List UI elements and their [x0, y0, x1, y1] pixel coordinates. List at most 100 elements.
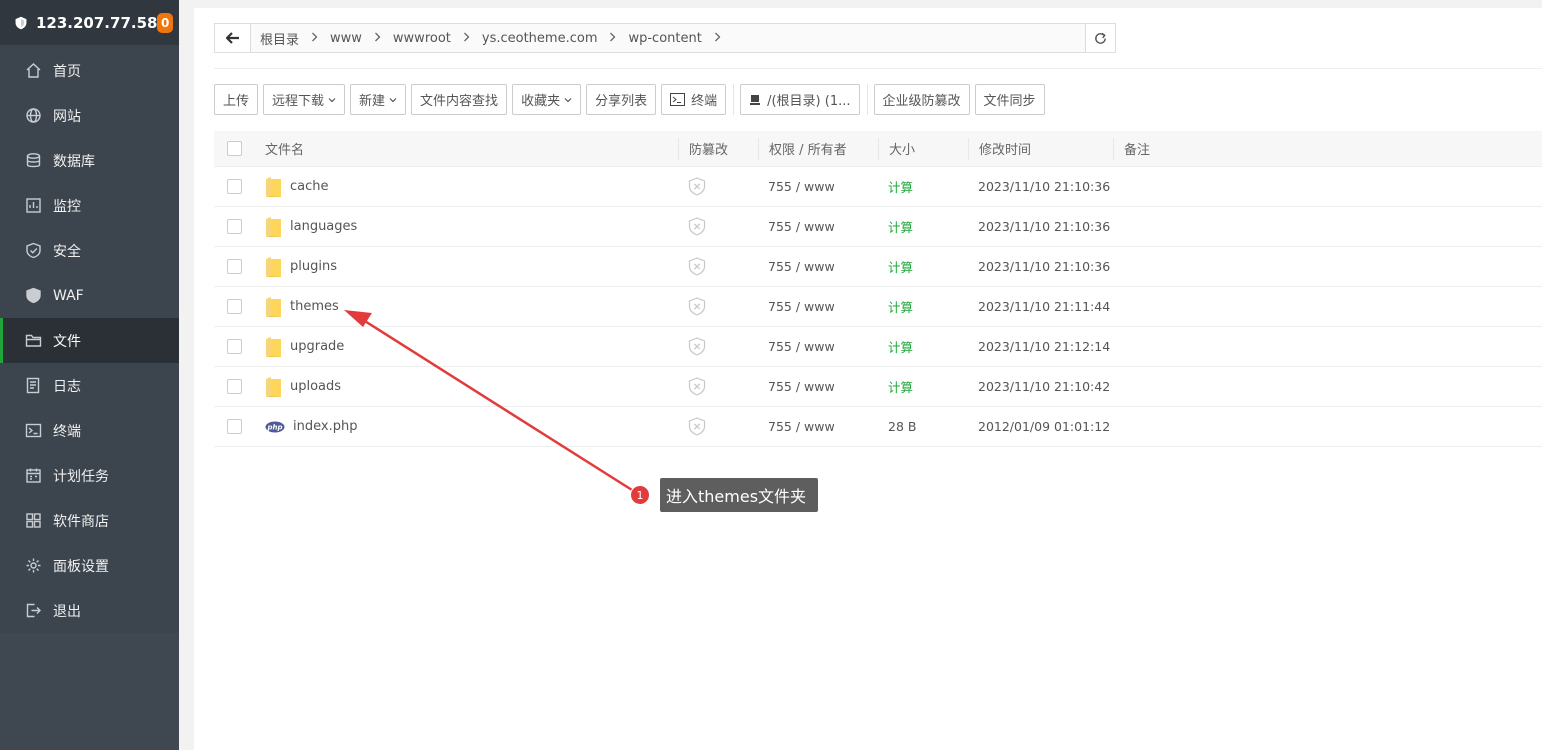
share-list-button[interactable]: 分享列表 [586, 84, 657, 115]
path-bar: 根目录 www wwwroot ys.ceotheme.com wp-content [214, 23, 1116, 53]
back-button[interactable] [215, 24, 251, 52]
permission-cell[interactable]: 755 / www [758, 367, 878, 406]
column-name[interactable]: 文件名 [254, 138, 678, 160]
size-cell[interactable]: 计算 [878, 247, 968, 286]
column-mtime[interactable]: 修改时间 [968, 137, 1113, 160]
permission-cell[interactable]: 755 / www [758, 327, 878, 366]
sidebar-item-4[interactable]: 安全 [0, 228, 179, 273]
size-cell[interactable]: 计算 [878, 207, 968, 246]
tamper-status[interactable] [678, 207, 758, 246]
breadcrumb-item[interactable]: www [328, 31, 364, 46]
table-row[interactable]: uploads 755 / www 计算 2023/11/10 21:10:42 [214, 367, 1542, 407]
file-name-cell[interactable]: upgrade [254, 327, 678, 366]
table-row[interactable]: plugins 755 / www 计算 2023/11/10 21:10:36 [214, 247, 1542, 287]
row-checkbox[interactable] [214, 379, 254, 394]
sidebar-item-10[interactable]: 软件商店 [0, 498, 179, 543]
file-name-cell[interactable]: plugins [254, 247, 678, 286]
note-cell[interactable] [1113, 247, 1542, 286]
note-cell[interactable] [1113, 287, 1542, 326]
sidebar-item-8[interactable]: 终端 [0, 408, 179, 453]
home-icon [26, 63, 41, 78]
table-row[interactable]: upgrade 755 / www 计算 2023/11/10 21:12:14 [214, 327, 1542, 367]
breadcrumb-item[interactable]: ys.ceotheme.com [480, 31, 600, 46]
size-cell[interactable]: 计算 [878, 367, 968, 406]
remote-download-button[interactable]: 远程下载 [263, 84, 346, 115]
gear-icon [26, 558, 41, 573]
file-name[interactable]: languages [290, 219, 357, 234]
permission-cell[interactable]: 755 / www [758, 407, 878, 446]
file-name[interactable]: upgrade [290, 339, 344, 354]
svg-text:php: php [266, 423, 282, 431]
sidebar-item-7[interactable]: 日志 [0, 363, 179, 408]
file-name-cell[interactable]: php index.php [254, 407, 678, 446]
row-checkbox[interactable] [214, 339, 254, 354]
file-name[interactable]: uploads [290, 379, 341, 394]
new-button[interactable]: 新建 [350, 84, 407, 115]
breadcrumb: 根目录 www wwwroot ys.ceotheme.com wp-content [251, 24, 1085, 52]
tamper-status[interactable] [678, 167, 758, 206]
file-name-cell[interactable]: themes [254, 287, 678, 326]
permission-cell[interactable]: 755 / www [758, 207, 878, 246]
file-name[interactable]: plugins [290, 259, 337, 274]
size-cell[interactable]: 计算 [878, 167, 968, 206]
note-cell[interactable] [1113, 207, 1542, 246]
sidebar-item-6[interactable]: 文件 [0, 318, 179, 363]
tamper-status[interactable] [678, 247, 758, 286]
php-file-icon: php [265, 421, 285, 433]
tamper-status[interactable] [678, 407, 758, 446]
note-cell[interactable] [1113, 167, 1542, 206]
sidebar-item-2[interactable]: 数据库 [0, 138, 179, 183]
row-checkbox[interactable] [214, 259, 254, 274]
file-manager-panel: 根目录 www wwwroot ys.ceotheme.com wp-content 上… [194, 8, 1542, 750]
refresh-button[interactable] [1085, 24, 1115, 52]
file-name-cell[interactable]: languages [254, 207, 678, 246]
permission-cell[interactable]: 755 / www [758, 247, 878, 286]
size-cell[interactable]: 计算 [878, 287, 968, 326]
tamper-status[interactable] [678, 287, 758, 326]
breadcrumb-item[interactable]: wwwroot [391, 31, 453, 46]
breadcrumb-item[interactable]: wp-content [626, 31, 703, 46]
sidebar-item-3[interactable]: 监控 [0, 183, 179, 228]
file-name-cell[interactable]: cache [254, 167, 678, 206]
table-row[interactable]: cache 755 / www 计算 2023/11/10 21:10:36 [214, 167, 1542, 207]
notification-badge[interactable]: 0 [157, 12, 173, 33]
table-row[interactable]: themes 755 / www 计算 2023/11/10 21:11:44 [214, 287, 1542, 327]
file-name[interactable]: index.php [293, 419, 357, 434]
sidebar-item-11[interactable]: 面板设置 [0, 543, 179, 588]
select-all-checkbox[interactable] [214, 141, 254, 156]
sidebar-item-0[interactable]: 首页 [0, 48, 179, 93]
tamper-status[interactable] [678, 327, 758, 366]
note-cell[interactable] [1113, 367, 1542, 406]
sidebar-item-12[interactable]: 退出 [0, 588, 179, 633]
note-cell[interactable] [1113, 407, 1542, 446]
sidebar-item-9[interactable]: 计划任务 [0, 453, 179, 498]
table-row[interactable]: php index.php 755 / www 28 B 2012/01/09 01:0… [214, 407, 1542, 447]
content-search-button[interactable]: 文件内容查找 [411, 84, 508, 115]
permission-cell[interactable]: 755 / www [758, 167, 878, 206]
sidebar-item-label: 监控 [53, 198, 81, 215]
logout-icon [26, 603, 41, 618]
note-cell[interactable] [1113, 327, 1542, 366]
tamper-status[interactable] [678, 367, 758, 406]
breadcrumb-item[interactable]: 根目录 [258, 29, 301, 48]
column-size[interactable]: 大小 [878, 137, 968, 160]
size-cell[interactable]: 计算 [878, 327, 968, 366]
sidebar-item-5[interactable]: WAF [0, 273, 179, 318]
favorites-button[interactable]: 收藏夹 [512, 84, 582, 115]
file-name-cell[interactable]: uploads [254, 367, 678, 406]
disk-selector-button[interactable]: /(根目录) (1... [740, 84, 860, 115]
permission-cell[interactable]: 755 / www [758, 287, 878, 326]
terminal-button[interactable]: 终端 [661, 84, 727, 115]
sidebar-item-1[interactable]: 网站 [0, 93, 179, 138]
file-name[interactable]: cache [290, 179, 329, 194]
file-name[interactable]: themes [290, 299, 339, 314]
file-sync-button[interactable]: 文件同步 [974, 84, 1045, 115]
tamper-protection-button[interactable]: 企业级防篡改 [873, 84, 970, 115]
upload-button[interactable]: 上传 [214, 84, 259, 115]
row-checkbox[interactable] [214, 299, 254, 314]
row-checkbox[interactable] [214, 419, 254, 434]
table-row[interactable]: languages 755 / www 计算 2023/11/10 21:10:36 [214, 207, 1542, 247]
row-checkbox[interactable] [214, 179, 254, 194]
row-checkbox[interactable] [214, 219, 254, 234]
column-permission[interactable]: 权限 / 所有者 [758, 137, 878, 160]
